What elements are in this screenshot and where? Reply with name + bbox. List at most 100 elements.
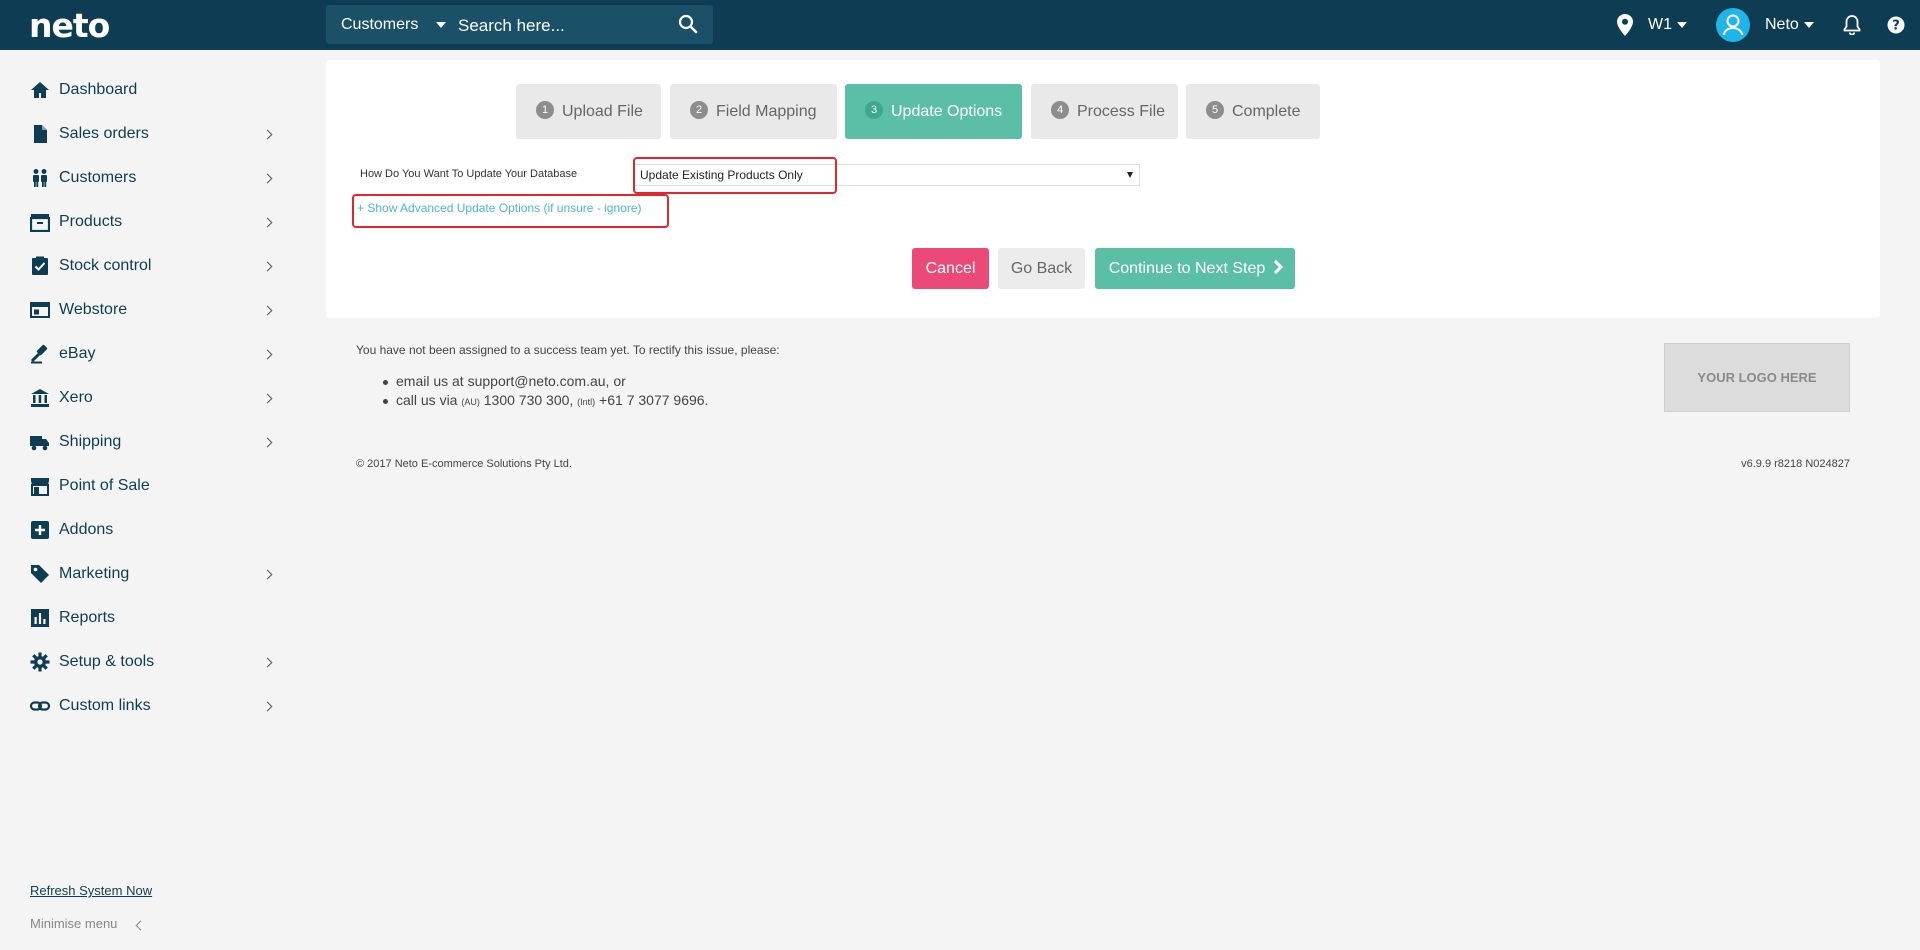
continue-button-label: Continue to Next Step [1108, 260, 1266, 277]
search-input[interactable] [456, 9, 660, 42]
step-label: Complete [1232, 103, 1301, 120]
caret-down-icon [1677, 21, 1687, 28]
chevron-right-icon [262, 173, 273, 184]
user-menu[interactable]: Neto [1765, 0, 1814, 50]
continue-button[interactable]: Continue to Next Step [1095, 248, 1295, 289]
caret-down-icon[interactable] [436, 22, 446, 28]
sidebar-item-customers[interactable]: Customers [0, 156, 300, 200]
highlight-box [352, 194, 669, 228]
sidebar-item-sales-orders[interactable]: Sales orders [0, 112, 300, 156]
sidebar-item-label: Xero [59, 389, 93, 406]
sidebar-item-label: Point of Sale [59, 477, 150, 494]
location-selector[interactable]: W1 [1648, 0, 1687, 50]
minimise-menu-button[interactable]: Minimise menu [30, 916, 117, 931]
step-process-file[interactable]: 4 Process File [1031, 84, 1178, 139]
logo-placeholder: YOUR LOGO HERE [1664, 343, 1850, 412]
update-method-label: How Do You Want To Update Your Database [360, 168, 578, 180]
tag-icon [31, 565, 49, 583]
chevron-right-icon [262, 129, 273, 140]
sidebar-item-stock-control[interactable]: Stock control [0, 244, 300, 288]
chevron-right-icon [262, 437, 273, 448]
sidebar-item-custom-links[interactable]: Custom links [0, 684, 300, 728]
sidebar-item-label: Customers [59, 169, 137, 186]
customers-icon [33, 169, 47, 187]
sidebar-item-shipping[interactable]: Shipping [0, 420, 300, 464]
sidebar-item-label: Stock control [59, 257, 152, 274]
caret-down-icon [1803, 21, 1814, 28]
sidebar-item-label: Dashboard [59, 81, 138, 98]
dropdown-arrow-icon [1127, 172, 1133, 178]
help-icon[interactable]: ? [1887, 16, 1905, 34]
sidebar-item-addons[interactable]: Addons [0, 508, 300, 552]
step-label: Process File [1077, 103, 1166, 120]
version-text: v6.9.9 r8218 N024827 [1741, 458, 1850, 470]
sidebar-item-label: Setup & tools [59, 653, 155, 670]
step-upload-file[interactable]: 1 Upload File [516, 84, 661, 139]
sidebar-item-point-of-sale[interactable]: Point of Sale [0, 464, 300, 508]
refresh-system-link[interactable]: Refresh System Now [30, 883, 152, 898]
support-phone-line: call us via (AU) 1300 730 300, (Intl) +6… [382, 391, 709, 412]
link-icon [30, 701, 50, 711]
go-back-button[interactable]: Go Back [998, 248, 1085, 289]
sidebar-item-reports[interactable]: Reports [0, 596, 300, 640]
support-notice: You have not been assigned to a success … [356, 343, 780, 357]
user-avatar-icon[interactable] [1716, 8, 1750, 42]
neto-logo[interactable]: neto [29, 6, 110, 45]
sidebar-item-label: Webstore [59, 301, 128, 318]
chevron-right-icon [262, 393, 273, 404]
cancel-button[interactable]: Cancel [912, 248, 989, 289]
sidebar-item-label: Custom links [59, 697, 151, 714]
sidebar-item-setup-tools[interactable]: Setup & tools [0, 640, 300, 684]
copyright-text: © 2017 Neto E-commerce Solutions Pty Ltd… [356, 458, 572, 470]
user-name: Neto [1765, 16, 1799, 33]
intl-number: +61 7 3077 9696. [595, 392, 709, 408]
chevron-right-icon [262, 349, 273, 360]
sidebar-item-xero[interactable]: Xero [0, 376, 300, 420]
bar-chart-icon [31, 609, 49, 627]
au-tag: (AU) [461, 397, 480, 407]
sidebar-item-label: Products [59, 213, 123, 230]
step-number: 3 [865, 101, 883, 119]
svg-text:?: ? [1892, 19, 1900, 34]
location-label: W1 [1648, 16, 1672, 33]
sidebar-item-label: Sales orders [59, 125, 149, 142]
chevron-right-icon [262, 217, 273, 228]
sidebar-item-label: Reports [59, 609, 116, 626]
step-number: 5 [1206, 101, 1224, 119]
search-icon[interactable] [678, 14, 698, 34]
document-icon [34, 125, 47, 143]
home-icon [31, 82, 49, 98]
step-field-mapping[interactable]: 2 Field Mapping [670, 84, 837, 139]
sidebar-item-label: Addons [59, 521, 114, 538]
step-update-options[interactable]: 3 Update Options [845, 84, 1022, 139]
step-label: Upload File [562, 103, 643, 120]
bank-icon [31, 389, 49, 407]
sidebar-item-webstore[interactable]: Webstore [0, 288, 300, 332]
sidebar-item-marketing[interactable]: Marketing [0, 552, 300, 596]
search-scope-dropdown[interactable]: Customers [341, 5, 418, 44]
location-pin-icon[interactable] [1617, 14, 1633, 36]
top-navbar: neto Customers W1 Neto ? [0, 0, 1920, 50]
chevron-right-icon [262, 261, 273, 272]
box-icon [30, 214, 50, 232]
sidebar-item-label: Shipping [59, 433, 122, 450]
step-label: Update Options [891, 103, 1003, 120]
chevron-right-icon [262, 657, 273, 668]
gavel-icon [30, 344, 48, 364]
highlight-box [633, 157, 837, 194]
bell-icon[interactable] [1843, 15, 1861, 35]
sidebar-item-ebay[interactable]: eBay [0, 332, 300, 376]
au-number: 1300 730 300, [479, 392, 578, 408]
sidebar-item-products[interactable]: Products [0, 200, 300, 244]
step-complete[interactable]: 5 Complete [1186, 84, 1320, 139]
sidebar: Dashboard Sales orders Customers Product… [0, 50, 300, 950]
support-contact-list: email us at support@neto.com.au, or call… [382, 372, 709, 412]
step-number: 4 [1051, 101, 1069, 119]
chevron-right-icon [262, 569, 273, 580]
sidebar-item-label: Marketing [59, 565, 130, 582]
sidebar-item-dashboard[interactable]: Dashboard [0, 68, 300, 112]
browser-icon [30, 302, 50, 318]
sidebar-item-label: eBay [59, 345, 96, 362]
step-label: Field Mapping [716, 103, 817, 120]
step-number: 2 [690, 101, 708, 119]
